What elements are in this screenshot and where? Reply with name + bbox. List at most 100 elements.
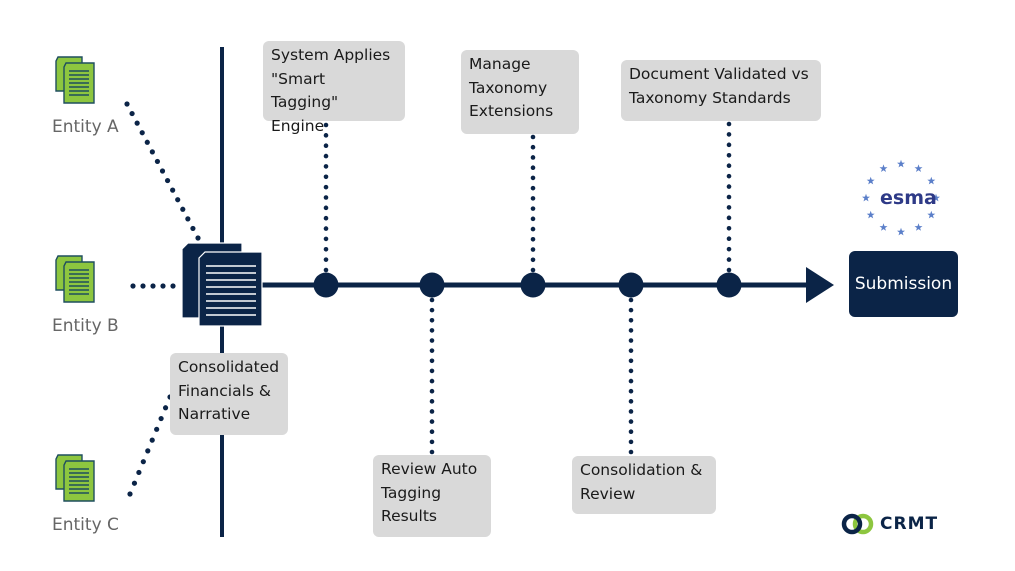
step-line: "Smart Tagging" <box>271 69 339 112</box>
connector-dot <box>140 459 146 465</box>
step-line: Document Validated vs <box>629 65 809 83</box>
star-icon <box>879 164 888 172</box>
connector-dot <box>429 449 435 455</box>
connector-dot <box>628 328 634 333</box>
milestone-dot <box>716 272 742 298</box>
connector-dot <box>530 134 536 140</box>
connector-dot <box>530 226 536 232</box>
connector-dot <box>628 409 634 414</box>
entity-a-label: Entity A <box>52 117 119 137</box>
step-line: Tagging <box>381 483 442 502</box>
connector-dot <box>726 184 732 189</box>
connector-dot <box>136 469 142 476</box>
step-line: Taxonomy <box>469 78 548 97</box>
step-line: Engine <box>271 116 325 135</box>
connector-dot <box>323 143 329 149</box>
milestone-dot <box>419 272 445 298</box>
connector-dot <box>726 121 732 127</box>
connector-dot <box>628 317 634 323</box>
star-icon <box>897 159 905 168</box>
connector-dot <box>164 177 171 184</box>
connector-dot <box>154 158 161 165</box>
connector-dot <box>429 317 435 323</box>
connector-dot <box>134 120 140 126</box>
step-line: Taxonomy Standards <box>629 88 791 107</box>
connector-dot <box>195 235 201 241</box>
consolidated-document-icon <box>181 242 263 327</box>
connector-dot <box>726 194 732 200</box>
connector-dot <box>726 225 732 231</box>
connector-dot <box>530 196 536 201</box>
step-line: Manage <box>469 55 531 73</box>
milestone-dot <box>313 272 339 298</box>
step-review-auto-tagging: Review Auto Tagging Results <box>373 455 491 537</box>
star-icon <box>914 164 923 172</box>
star-icon <box>914 223 923 231</box>
entity-b-label: Entity B <box>52 316 119 336</box>
connector-dot <box>628 439 634 445</box>
submission-box: Submission <box>849 251 958 317</box>
connector-dot <box>530 185 536 191</box>
crmt-logo-icon <box>841 513 874 535</box>
connector-dot <box>129 110 135 117</box>
connector-dot <box>530 175 536 181</box>
connector-dot <box>323 246 329 252</box>
connector-dot <box>323 184 329 190</box>
connector-dot <box>124 101 130 107</box>
connector-dot <box>726 152 732 158</box>
star-icon <box>866 176 875 185</box>
connector-dot <box>323 257 329 262</box>
connector-dot <box>628 429 634 435</box>
crmt-logo-text: CRMT <box>880 514 939 534</box>
consolidated-line: Financials & <box>178 381 271 400</box>
connector-dot <box>429 358 435 364</box>
connector-dot <box>139 130 145 136</box>
entity-c-document-icon <box>55 454 95 502</box>
connector-dot <box>726 267 732 273</box>
connector-dot <box>149 437 155 443</box>
step-line: Results <box>381 507 437 525</box>
connector-dot <box>628 399 634 404</box>
connector-dot <box>131 480 138 486</box>
connector-dot <box>726 173 732 179</box>
connector-dot <box>323 205 329 211</box>
step-manage-taxonomy: Manage Taxonomy Extensions <box>461 50 579 134</box>
connector-dot <box>429 419 435 424</box>
connector-dot <box>726 215 732 221</box>
timeline-arrowhead <box>806 267 834 303</box>
connector-dot <box>726 163 732 169</box>
connector-dot <box>628 368 634 374</box>
connector-dot <box>530 155 536 160</box>
connector-dot <box>726 246 732 252</box>
star-icon <box>927 176 936 185</box>
step-line: System Applies <box>271 46 391 64</box>
connector-dot <box>154 426 160 432</box>
entity-b-document-icon <box>55 255 95 303</box>
connector-dot <box>323 174 329 180</box>
connector-dot <box>628 297 634 303</box>
connector-dot <box>429 439 435 445</box>
connector-dot <box>149 149 155 155</box>
connector-dot <box>429 297 435 303</box>
connector-dot <box>429 338 435 343</box>
connector-dot <box>162 405 169 411</box>
connector-dot <box>530 216 536 222</box>
connector-dot <box>429 378 435 384</box>
connector-dot <box>185 216 191 222</box>
connector-dot <box>530 165 536 170</box>
star-icon <box>862 193 870 202</box>
connector-dot <box>628 378 634 384</box>
esma-logo-text: esma <box>880 187 937 209</box>
step-line: Extensions <box>469 102 554 120</box>
connector-dot <box>429 388 435 394</box>
entity-a-document-icon <box>55 56 95 104</box>
step-consolidation-review: Consolidation & Review <box>572 456 716 514</box>
step-line: Consolidation & <box>580 461 703 479</box>
step-line: Review <box>580 484 636 503</box>
step-document-validated: Document Validated vs Taxonomy Standards <box>621 60 821 121</box>
connector-dot <box>140 283 146 289</box>
connector-dot <box>323 226 329 231</box>
connector-dot <box>628 338 634 343</box>
connector-dot <box>323 215 329 221</box>
entity-c-label: Entity C <box>52 515 119 535</box>
